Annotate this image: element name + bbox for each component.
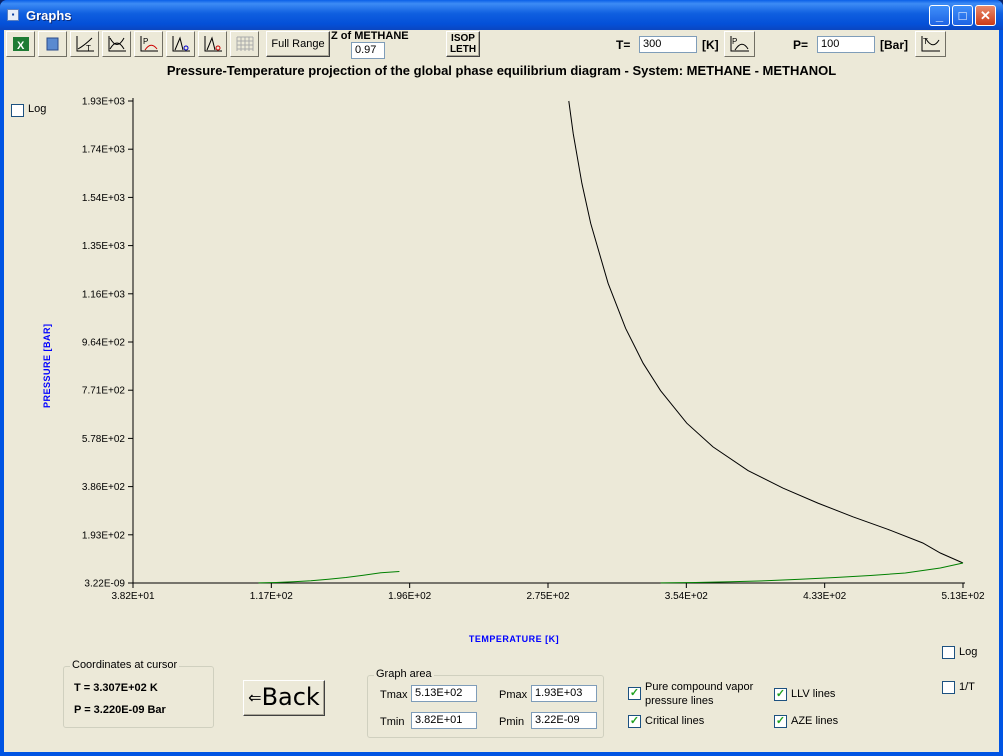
tmax-input[interactable]: 5.13E+02 — [411, 685, 477, 702]
series-line-1 — [258, 571, 400, 584]
back-label: Back — [261, 683, 320, 711]
log-x-label: Log — [959, 646, 978, 658]
graph-area-title: Graph area — [374, 668, 434, 680]
y-tick-label: 5.78E+02 — [82, 434, 126, 445]
series-line-0 — [568, 100, 964, 564]
client-area: X T P Full Range Z of METHANE 0.97 ISOP … — [4, 30, 999, 752]
plot-ticks: 3.82E+01 1.17E+02 1.96E+02 2.75E+02 3.54E+02… — [82, 97, 985, 603]
cursor-t-value: T = 3.307E+02 K — [74, 682, 158, 694]
log-x-checkbox[interactable] — [942, 646, 955, 659]
aze-lines-label: AZE lines — [791, 715, 839, 727]
app-icon: ▪ — [7, 9, 19, 21]
plot-axes — [132, 98, 965, 584]
cursor-group-title: Coordinates at cursor — [70, 659, 180, 671]
pmax-input[interactable]: 1.93E+03 — [531, 685, 597, 702]
y-tick-label: 1.93E+02 — [82, 530, 126, 541]
x-tick-label: 3.82E+01 — [111, 591, 155, 602]
minimize-button[interactable]: _ — [929, 5, 950, 26]
llv-lines-checkbox[interactable]: ✓ — [774, 688, 787, 701]
tmin-input[interactable]: 3.82E+01 — [411, 712, 477, 729]
window-title: Graphs — [26, 8, 72, 23]
llv-lines-label: LLV lines — [791, 688, 836, 700]
y-tick-label: 1.74E+03 — [82, 145, 126, 156]
tmax-label: Tmax — [380, 689, 408, 701]
pmax-label: Pmax — [499, 689, 528, 701]
series-line-2 — [660, 562, 964, 584]
x-tick-label: 5.13E+02 — [941, 591, 985, 602]
y-tick-label: 1.35E+03 — [82, 241, 126, 252]
y-tick-label: 9.64E+02 — [82, 338, 126, 349]
y-tick-label: 3.86E+02 — [82, 482, 126, 493]
y-tick-label: 1.93E+03 — [82, 97, 126, 108]
close-button[interactable]: ✕ — [975, 5, 996, 26]
back-arrow-icon: ⇐ — [248, 688, 262, 707]
graphs-window: ▪ Graphs _ □ ✕ X T P Full Range Z of MET… — [0, 0, 1003, 756]
pure-vapor-checkbox[interactable]: ✓ — [628, 687, 641, 700]
pure-vapor-label-1: Pure compound vapor — [645, 681, 754, 693]
y-tick-label: 3.22E-09 — [84, 579, 125, 590]
x-tick-label: 3.54E+02 — [665, 591, 709, 602]
critical-lines-label: Critical lines — [645, 715, 705, 727]
title-bar: ▪ Graphs _ □ ✕ — [0, 0, 1003, 30]
y-tick-label: 1.54E+03 — [82, 193, 126, 204]
inverse-t-label: 1/T — [959, 681, 975, 693]
x-tick-label: 4.33E+02 — [803, 591, 847, 602]
plot-series — [258, 100, 964, 584]
x-tick-label: 1.17E+02 — [250, 591, 294, 602]
pmin-input[interactable]: 3.22E-09 — [531, 712, 597, 729]
pmin-label: Pmin — [499, 716, 525, 728]
x-tick-label: 1.96E+02 — [388, 591, 432, 602]
plot-canvas[interactable]: 3.82E+01 1.17E+02 1.96E+02 2.75E+02 3.54E+02… — [4, 30, 999, 752]
pure-vapor-label-2: pressure lines — [645, 695, 714, 707]
maximize-button[interactable]: □ — [952, 5, 973, 26]
tmin-label: Tmin — [380, 716, 405, 728]
y-tick-label: 7.71E+02 — [82, 386, 126, 397]
y-tick-label: 1.16E+03 — [82, 289, 126, 300]
back-button[interactable]: ⇐Back — [243, 680, 325, 716]
cursor-p-value: P = 3.220E-09 Bar — [74, 704, 166, 716]
cursor-coordinates-group: Coordinates at cursor T = 3.307E+02 K P … — [63, 659, 214, 728]
aze-lines-checkbox[interactable]: ✓ — [774, 715, 787, 728]
inverse-t-checkbox[interactable] — [942, 681, 955, 694]
graph-area-group: Graph area Tmax 5.13E+02 Tmin 3.82E+01 P… — [367, 668, 604, 738]
x-tick-label: 2.75E+02 — [526, 591, 570, 602]
critical-lines-checkbox[interactable]: ✓ — [628, 715, 641, 728]
